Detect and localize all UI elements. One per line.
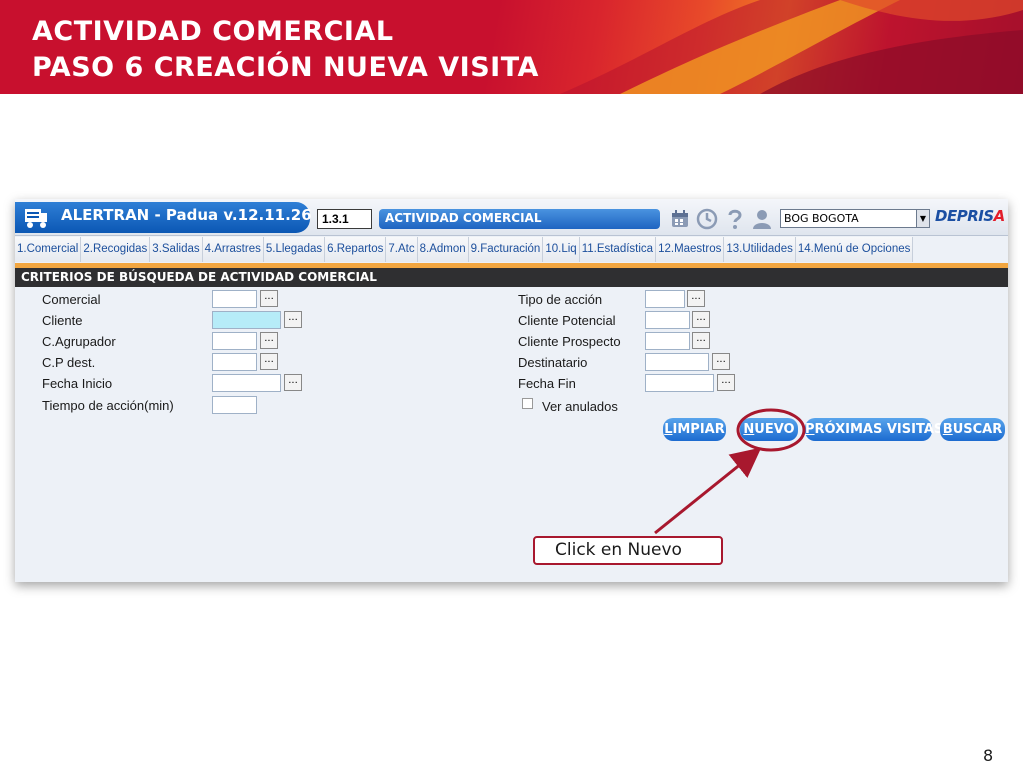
cliente-prospecto-lookup-button[interactable]: ... bbox=[692, 332, 710, 349]
tipo-accion-input[interactable] bbox=[645, 290, 685, 308]
app-title-bar: ALERTRAN - Padua v.12.11.26 1.3.1 ACTIVI… bbox=[15, 199, 1008, 236]
tab-atc[interactable]: 7.Atc bbox=[386, 237, 418, 262]
label-comercial: Comercial bbox=[42, 292, 101, 307]
slide-header-banner: ACTIVIDAD COMERCIAL PASO 6 CREACIÓN NUEV… bbox=[0, 0, 1023, 94]
clock-icon[interactable] bbox=[696, 208, 718, 230]
section-title: CRITERIOS DE BÚSQUEDA DE ACTIVIDAD COMER… bbox=[15, 268, 1008, 287]
tab-comercial[interactable]: 1.Comercial bbox=[15, 237, 82, 262]
user-icon[interactable] bbox=[751, 208, 773, 230]
cp-dest-lookup-button[interactable]: ... bbox=[260, 353, 278, 370]
cliente-potencial-lookup-button[interactable]: ... bbox=[692, 311, 710, 328]
buscar-label: USCAR bbox=[952, 422, 1003, 437]
label-fecha-fin: Fecha Fin bbox=[518, 376, 576, 391]
module-title-bar: ACTIVIDAD COMERCIAL bbox=[379, 209, 660, 229]
label-destinatario: Destinatario bbox=[518, 355, 588, 370]
fecha-inicio-input[interactable] bbox=[212, 374, 281, 392]
tiempo-accion-input[interactable] bbox=[212, 396, 257, 414]
tab-salidas[interactable]: 3.Salidas bbox=[150, 237, 203, 262]
tab-repartos[interactable]: 6.Repartos bbox=[325, 237, 387, 262]
comercial-lookup-button[interactable]: ... bbox=[260, 290, 278, 307]
brand-accent: A bbox=[993, 207, 1006, 225]
cliente-input[interactable] bbox=[212, 311, 281, 329]
cp-dest-input[interactable] bbox=[212, 353, 257, 371]
tab-arrastres[interactable]: 4.Arrastres bbox=[202, 237, 264, 262]
label-ver-anulados: Ver anulados bbox=[542, 399, 618, 414]
chevron-down-icon[interactable]: ▼ bbox=[916, 210, 929, 227]
slide-title-line2: PASO 6 CREACIÓN NUEVA VISITA bbox=[32, 52, 539, 83]
tab-facturacion[interactable]: 9.Facturación bbox=[468, 237, 544, 262]
deprisa-logo: DEPRISA bbox=[935, 207, 1005, 225]
label-fecha-inicio: Fecha Inicio bbox=[42, 376, 113, 391]
proximas-label: RÓXIMAS VISITAS bbox=[814, 422, 944, 437]
tipo-accion-lookup-button[interactable]: ... bbox=[687, 290, 705, 307]
tab-admon[interactable]: 8.Admon bbox=[417, 237, 469, 262]
tab-maestros[interactable]: 12.Maestros bbox=[656, 237, 725, 262]
fecha-fin-input[interactable] bbox=[645, 374, 714, 392]
destinatario-input[interactable] bbox=[645, 353, 709, 371]
destinatario-lookup-button[interactable]: ... bbox=[712, 353, 730, 370]
tab-recogidas[interactable]: 2.Recogidas bbox=[81, 237, 151, 262]
label-cliente: Cliente bbox=[42, 313, 83, 328]
label-tiempo-accion: Tiempo de acción(min) bbox=[42, 398, 174, 413]
brand-main: DEPRIS bbox=[935, 207, 994, 225]
limpiar-button[interactable]: LIMPIAR bbox=[663, 418, 726, 441]
truck-icon bbox=[25, 209, 47, 228]
agrupador-lookup-button[interactable]: ... bbox=[260, 332, 278, 349]
label-agrupador: C.Agrupador bbox=[42, 334, 116, 349]
tab-estadistica[interactable]: 11.Estadística bbox=[579, 237, 657, 262]
callout-box: Click en Nuevo bbox=[533, 536, 723, 565]
label-tipo-accion: Tipo de acción bbox=[518, 292, 603, 307]
label-cliente-potencial: Cliente Potencial bbox=[518, 313, 616, 328]
page-number: 8 bbox=[983, 746, 994, 765]
fecha-fin-picker-button[interactable]: ... bbox=[717, 374, 735, 391]
city-select[interactable]: BOG BOGOTA ▼ bbox=[780, 209, 930, 228]
transaction-code-field[interactable]: 1.3.1 bbox=[317, 209, 372, 229]
app-window: ALERTRAN - Padua v.12.11.26 1.3.1 ACTIVI… bbox=[15, 199, 1008, 582]
comercial-input[interactable] bbox=[212, 290, 257, 308]
ver-anulados-checkbox[interactable] bbox=[522, 398, 533, 409]
tab-utilidades[interactable]: 13.Utilidades bbox=[724, 237, 796, 262]
city-select-value: BOG BOGOTA bbox=[784, 212, 859, 225]
app-name: ALERTRAN - Padua v.12.11.26 bbox=[61, 206, 312, 224]
nuevo-button[interactable]: NUEVO bbox=[740, 418, 798, 441]
slide-title-line1: ACTIVIDAD COMERCIAL bbox=[32, 16, 394, 47]
nuevo-label: UEVO bbox=[754, 422, 795, 437]
buscar-button[interactable]: BUSCAR bbox=[940, 418, 1005, 441]
calendar-icon[interactable] bbox=[669, 208, 691, 230]
tab-llegadas[interactable]: 5.Llegadas bbox=[263, 237, 326, 262]
label-cp-dest: C.P dest. bbox=[42, 355, 96, 370]
proximas-visitas-button[interactable]: PRÓXIMAS VISITAS bbox=[805, 418, 943, 441]
main-menu-tabs: 1.Comercial 2.Recogidas 3.Salidas 4.Arra… bbox=[15, 237, 914, 262]
fecha-inicio-picker-button[interactable]: ... bbox=[284, 374, 302, 391]
app-name-badge: ALERTRAN - Padua v.12.11.26 bbox=[15, 202, 312, 233]
tab-menu-opciones[interactable]: 14.Menú de Opciones bbox=[795, 237, 914, 262]
limpiar-accesskey: L bbox=[664, 422, 673, 437]
cliente-prospecto-input[interactable] bbox=[645, 332, 690, 350]
proximas-accesskey: P bbox=[805, 422, 815, 437]
tab-liq[interactable]: 10.Liq bbox=[543, 237, 580, 262]
limpiar-label: IMPIAR bbox=[672, 422, 725, 437]
agrupador-input[interactable] bbox=[212, 332, 257, 350]
help-icon[interactable] bbox=[724, 208, 746, 230]
nuevo-accesskey: N bbox=[743, 422, 755, 437]
cliente-lookup-button[interactable]: ... bbox=[284, 311, 302, 328]
buscar-accesskey: B bbox=[942, 422, 953, 437]
cliente-potencial-input[interactable] bbox=[645, 311, 690, 329]
label-cliente-prospecto: Cliente Prospecto bbox=[518, 334, 621, 349]
